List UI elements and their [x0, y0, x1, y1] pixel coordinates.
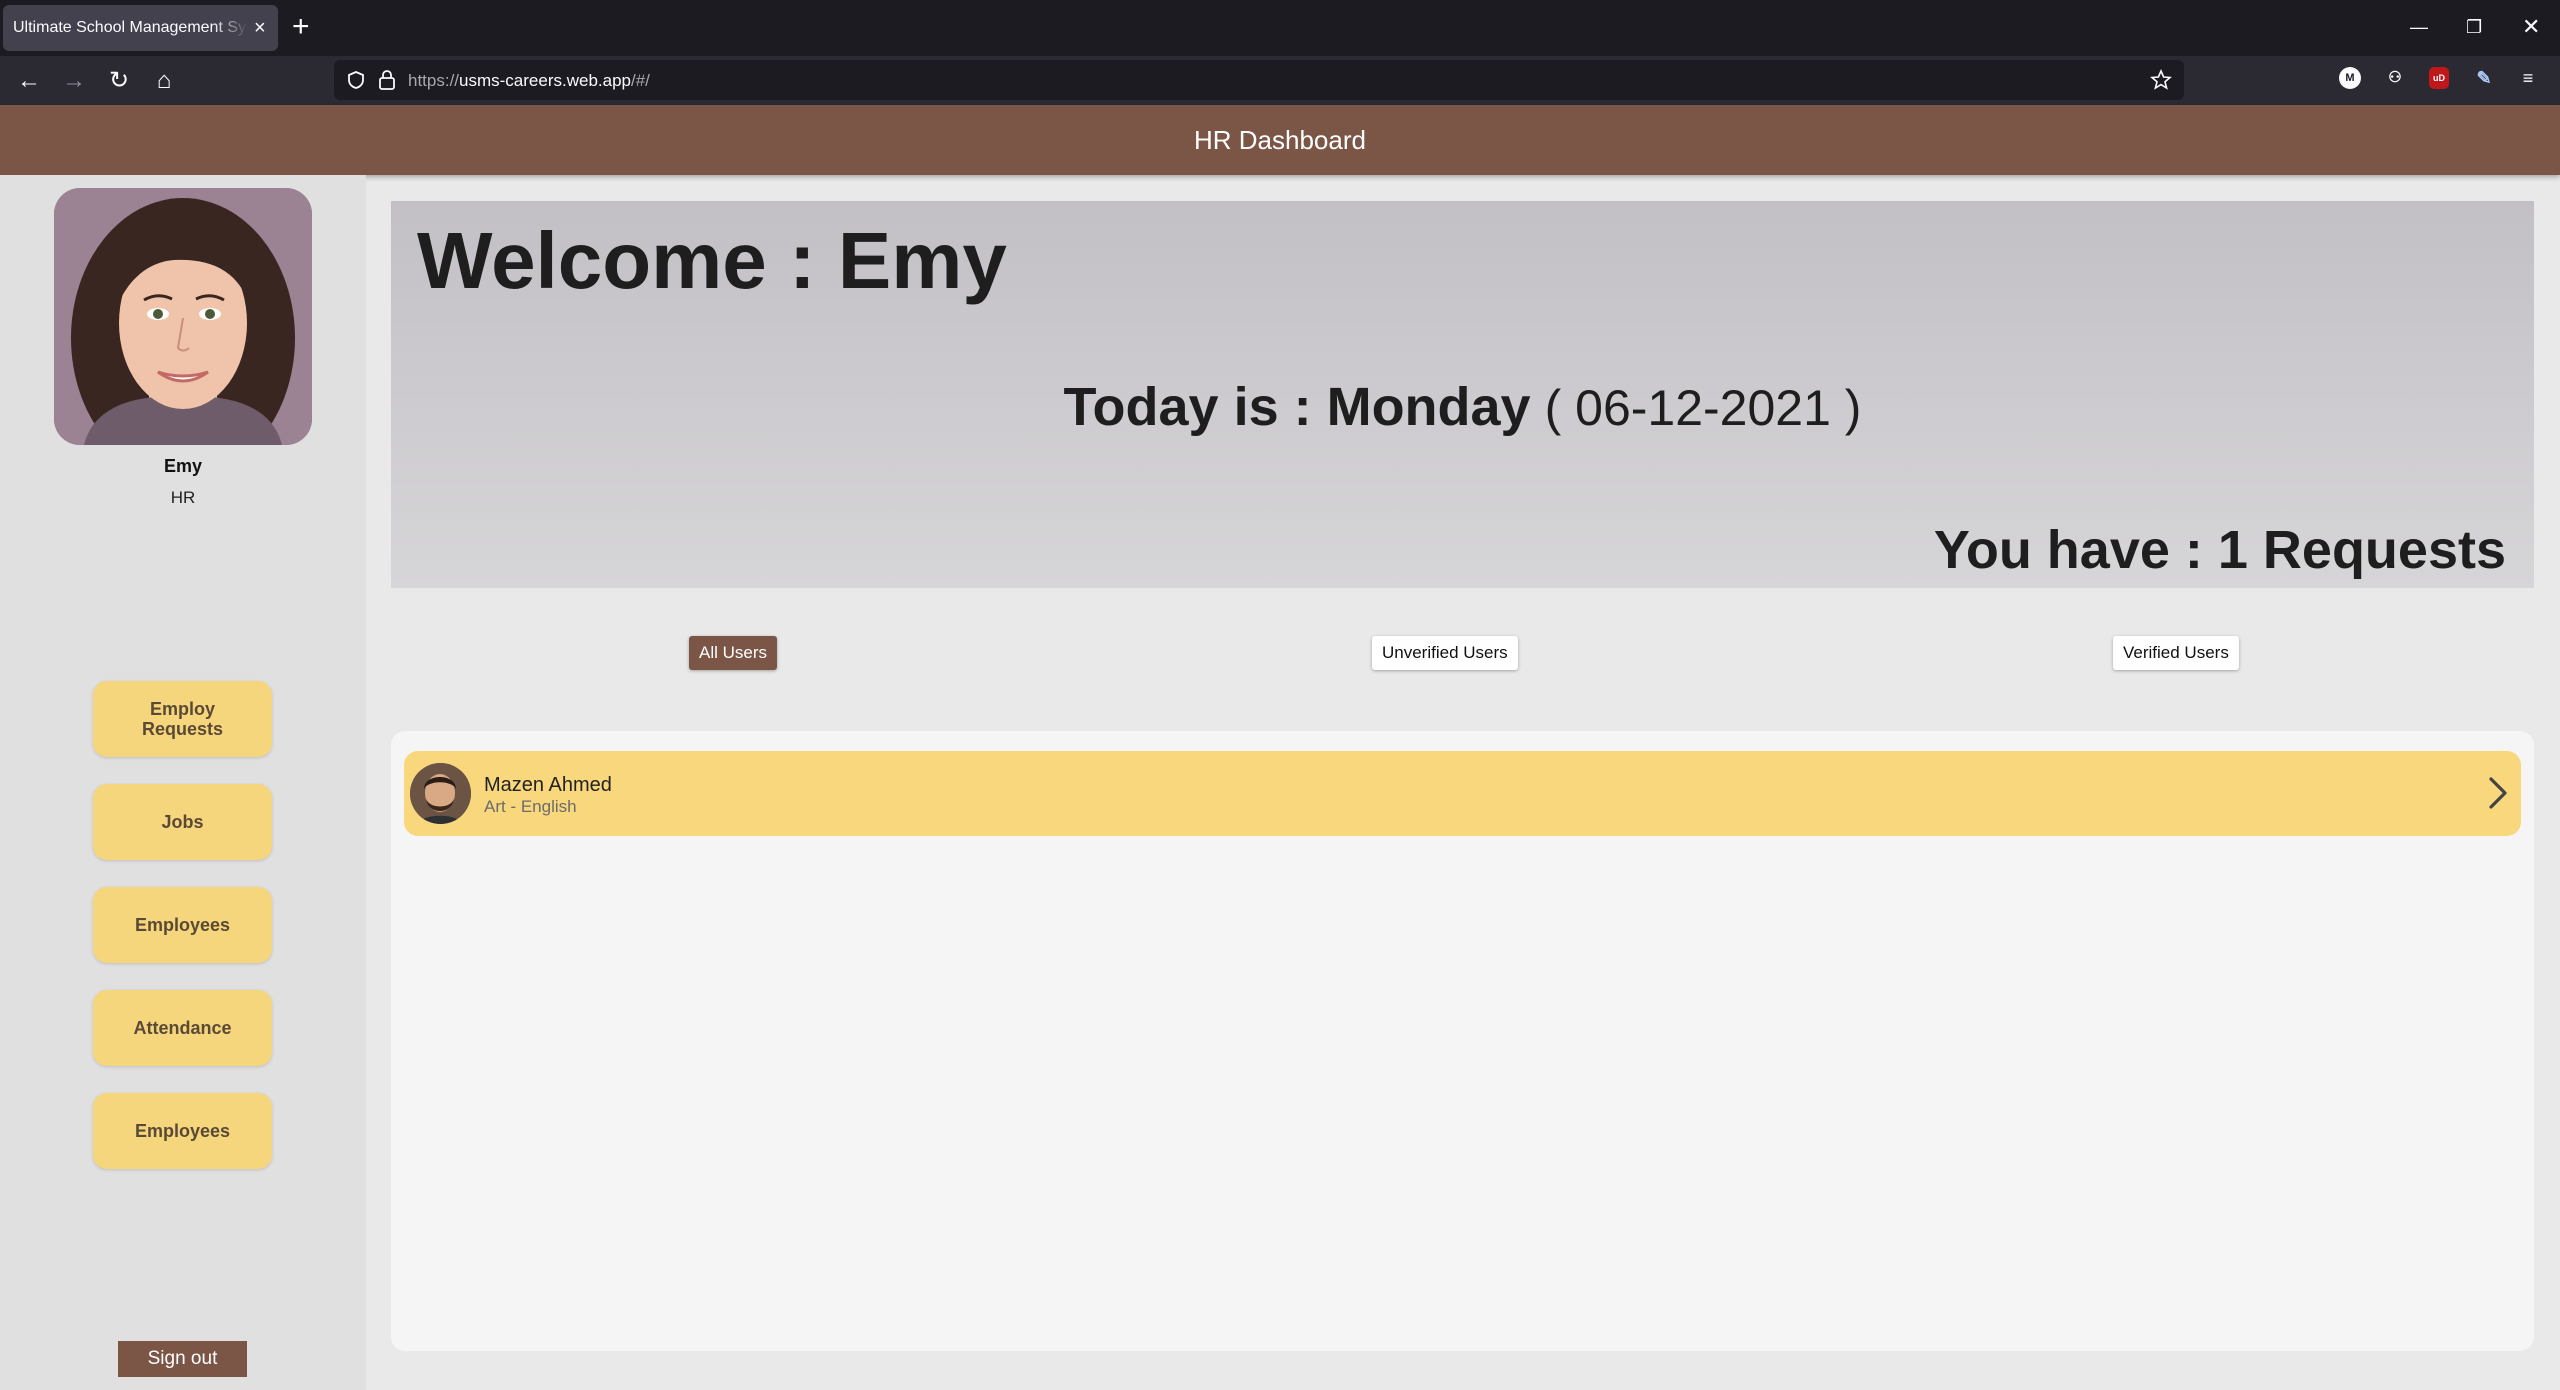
employ-requests-button[interactable]: Employ Requests [93, 681, 272, 757]
user-name: Mazen Ahmed [484, 774, 612, 796]
back-icon[interactable]: ← [14, 66, 44, 96]
browser-tab[interactable]: Ultimate School Management System × [3, 5, 278, 51]
new-tab-icon[interactable]: + [292, 12, 310, 42]
close-icon[interactable]: × [254, 18, 266, 38]
today-label: Today is : Monday [1063, 377, 1531, 437]
url-bar[interactable]: https://usms-careers.web.app/#/ [334, 60, 2184, 100]
browser-tab-bar: Ultimate School Management System × + — … [0, 0, 2560, 56]
verified-users-button[interactable]: Verified Users [2113, 636, 2239, 670]
reload-icon[interactable]: ↻ [104, 66, 134, 96]
window-close-icon[interactable]: ✕ [2522, 14, 2540, 40]
profile-role: HR [170, 488, 196, 507]
profile-photo [54, 188, 312, 445]
avatar [54, 188, 312, 445]
extension-m-icon[interactable]: M [2339, 67, 2361, 89]
forward-icon[interactable]: → [59, 66, 89, 96]
extension-pen-icon[interactable]: ✎ [2473, 67, 2495, 89]
page-title: HR Dashboard [1194, 124, 1366, 155]
requests-count: You have : 1 Requests [1933, 520, 2506, 580]
minimize-icon[interactable]: — [2410, 14, 2428, 40]
jobs-button[interactable]: Jobs [93, 784, 272, 860]
employees-button[interactable]: Employees [93, 887, 272, 963]
menu-icon[interactable]: ≡ [2517, 67, 2539, 89]
welcome-heading: Welcome : Emy [417, 216, 1007, 305]
employees-button-2[interactable]: Employees [93, 1093, 272, 1169]
attendance-button[interactable]: Attendance [93, 990, 272, 1066]
ublock-icon[interactable]: uD [2429, 67, 2449, 89]
user-subtitle: Art - English [484, 797, 577, 816]
today-line: Today is : Monday( 06-12-2021 ) [391, 376, 2534, 438]
sidebar: Emy HR Employ Requests Jobs Employees At… [0, 175, 366, 1390]
list-item[interactable]: Mazen Ahmed Art - English [404, 751, 2521, 836]
user-list: Mazen Ahmed Art - English [391, 731, 2534, 1351]
shield-icon [348, 71, 364, 89]
bookmark-star-icon[interactable] [2150, 69, 2172, 91]
extension-glasses-icon[interactable]: ⚇ [2384, 67, 2406, 89]
welcome-panel: Welcome : Emy Today is : Monday( 06-12-2… [391, 201, 2534, 588]
user-avatar [410, 763, 471, 824]
sign-out-button[interactable]: Sign out [118, 1341, 247, 1377]
chevron-right-icon[interactable] [2483, 771, 2513, 815]
app-header: HR Dashboard [0, 105, 2560, 175]
tab-title: Ultimate School Management System [13, 19, 248, 36]
profile-name: Emy [163, 456, 203, 476]
url-text: https://usms-careers.web.app/#/ [408, 71, 650, 90]
restore-icon[interactable]: ❐ [2466, 14, 2482, 40]
unverified-users-button[interactable]: Unverified Users [1372, 636, 1518, 670]
today-date: ( 06-12-2021 ) [1544, 380, 1862, 436]
home-icon[interactable]: ⌂ [149, 66, 179, 96]
all-users-button[interactable]: All Users [689, 636, 778, 670]
lock-icon [379, 70, 395, 90]
